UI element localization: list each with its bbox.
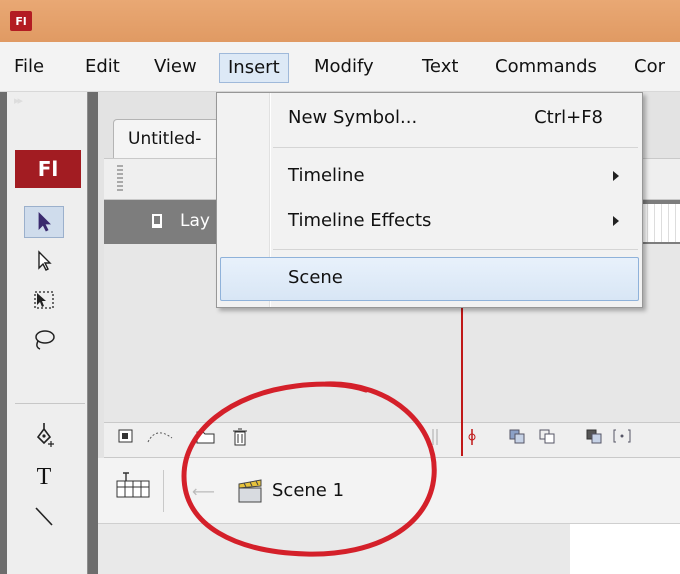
edit-bar-separator: [163, 470, 164, 512]
menu-item-timeline[interactable]: Timeline: [217, 159, 642, 195]
hollow-arrow-icon: [38, 250, 52, 271]
menu-item-new-symbol[interactable]: New Symbol... Ctrl+F8: [217, 101, 642, 137]
onion-outline-icon[interactable]: [538, 428, 556, 444]
title-bar: Fl: [0, 0, 680, 42]
menu-item-timeline-effects[interactable]: Timeline Effects: [217, 204, 642, 240]
new-layer-icon[interactable]: [118, 428, 134, 444]
transform-icon: [34, 291, 54, 309]
menu-edit[interactable]: Edit: [77, 53, 128, 83]
flash-logo: Fl: [15, 150, 81, 188]
document-tab[interactable]: Untitled-: [113, 119, 225, 159]
menu-item-label: Scene: [288, 267, 343, 288]
collapse-arrows-icon[interactable]: ▸▸: [14, 94, 23, 107]
motion-guide-icon[interactable]: [146, 428, 174, 444]
lasso-tool[interactable]: [24, 324, 64, 356]
grip-handle[interactable]: [117, 165, 123, 193]
menu-text[interactable]: Text: [414, 53, 466, 83]
submenu-arrow-icon: [613, 171, 619, 181]
subselection-tool[interactable]: [24, 245, 64, 277]
modify-markers-icon[interactable]: [613, 428, 631, 444]
free-transform-tool[interactable]: [24, 284, 64, 316]
selection-tool[interactable]: [24, 206, 64, 238]
menu-file[interactable]: File: [6, 53, 52, 83]
menu-view[interactable]: View: [146, 53, 205, 83]
arrow-icon: [38, 212, 51, 232]
annotation-circle: [181, 381, 437, 557]
app-logo: Fl: [10, 11, 32, 31]
menu-bar: File Edit View Insert Modify Text Comman…: [0, 42, 680, 92]
line-icon: [35, 507, 53, 526]
svg-text:T: T: [37, 464, 52, 489]
menu-modify[interactable]: Modify: [306, 53, 382, 83]
menu-item-label: New Symbol...: [288, 107, 418, 128]
menu-separator: [273, 249, 638, 250]
onion-skin-icon[interactable]: [508, 428, 526, 444]
edit-multiple-frames-icon[interactable]: [585, 428, 603, 444]
playhead-line[interactable]: [461, 300, 463, 456]
menu-commands[interactable]: Commands: [487, 53, 605, 83]
menu-item-label: Timeline Effects: [288, 210, 432, 231]
stage-canvas[interactable]: [570, 524, 680, 574]
menu-item-shortcut: Ctrl+F8: [534, 107, 603, 128]
timeline-toggle-icon[interactable]: [114, 471, 154, 505]
submenu-arrow-icon: [613, 216, 619, 226]
menu-item-scene[interactable]: Scene: [217, 261, 642, 297]
tools-separator: [15, 403, 85, 404]
layer-name[interactable]: Lay: [180, 211, 210, 231]
menu-insert[interactable]: Insert: [219, 53, 289, 83]
text-tool[interactable]: T: [24, 460, 64, 492]
center-frame-icon[interactable]: [467, 428, 477, 446]
panel-splitter[interactable]: [90, 92, 98, 574]
layer-page-icon: [152, 214, 162, 228]
pen-icon: [36, 423, 54, 447]
text-t-icon: T: [37, 464, 52, 489]
insert-menu-dropdown: New Symbol... Ctrl+F8 Timeline Timeline …: [216, 92, 643, 308]
line-tool[interactable]: [24, 500, 64, 532]
pen-tool[interactable]: [24, 419, 64, 451]
menu-item-label: Timeline: [288, 165, 365, 186]
menu-separator: [273, 147, 638, 148]
menu-control[interactable]: Cor: [626, 53, 673, 83]
lasso-icon: [35, 330, 55, 350]
